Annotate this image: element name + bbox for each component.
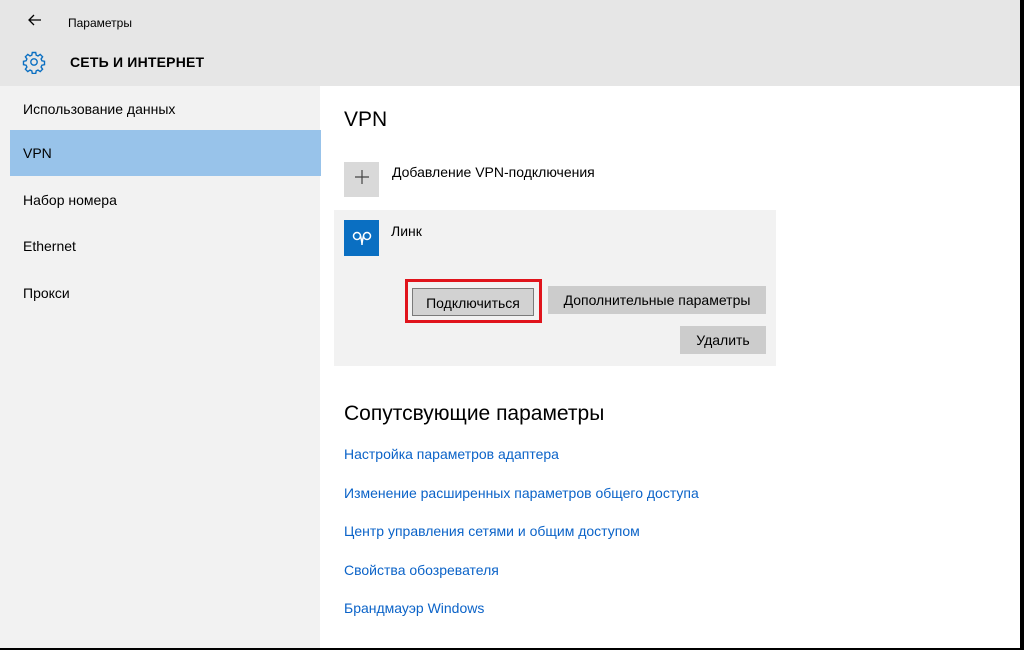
sidebar-item-vpn[interactable]: VPN (10, 130, 321, 176)
sidebar-item-data-usage[interactable]: Использование данных (10, 86, 321, 132)
settings-window: Параметры СЕТЬ И ИНТЕРНЕТ Использование … (0, 0, 1020, 648)
main-content: VPN Добавление VPN-подключения Линк Подк… (320, 86, 1020, 648)
vpn-link-icon (344, 220, 379, 256)
back-arrow-icon (28, 13, 42, 31)
connect-button[interactable]: Подключиться (412, 288, 534, 316)
plus-icon (354, 169, 370, 190)
back-button[interactable] (24, 12, 46, 32)
vpn-connection-name: Линк (391, 223, 422, 239)
vpn-connection-panel[interactable]: Линк Подключиться Дополнительные парамет… (334, 210, 776, 366)
app-title: Параметры (68, 16, 132, 30)
sidebar-item-proxy[interactable]: Прокси (10, 270, 321, 316)
link-adapter-settings[interactable]: Настройка параметров адаптера (344, 446, 559, 462)
link-internet-options[interactable]: Свойства обозревателя (344, 562, 499, 578)
page-title: VPN (344, 108, 388, 131)
related-settings-heading: Сопутсвующие параметры (344, 402, 605, 425)
add-vpn-button[interactable] (344, 162, 379, 197)
link-network-sharing-center[interactable]: Центр управления сетями и общим доступом (344, 523, 640, 539)
link-advanced-sharing[interactable]: Изменение расширенных параметров общего … (344, 485, 699, 501)
sidebar: Использование данных VPN Набор номера Et… (0, 86, 321, 648)
advanced-options-button[interactable]: Дополнительные параметры (548, 286, 766, 314)
title-bar: Параметры СЕТЬ И ИНТЕРНЕТ (0, 0, 1020, 86)
add-vpn-label[interactable]: Добавление VPN-подключения (392, 164, 595, 180)
link-windows-firewall[interactable]: Брандмауэр Windows (344, 600, 484, 616)
delete-button[interactable]: Удалить (680, 326, 766, 354)
sidebar-item-dial-up[interactable]: Набор номера (10, 177, 321, 223)
gear-icon (22, 50, 46, 75)
section-title: СЕТЬ И ИНТЕРНЕТ (70, 54, 205, 70)
sidebar-item-ethernet[interactable]: Ethernet (10, 223, 321, 269)
